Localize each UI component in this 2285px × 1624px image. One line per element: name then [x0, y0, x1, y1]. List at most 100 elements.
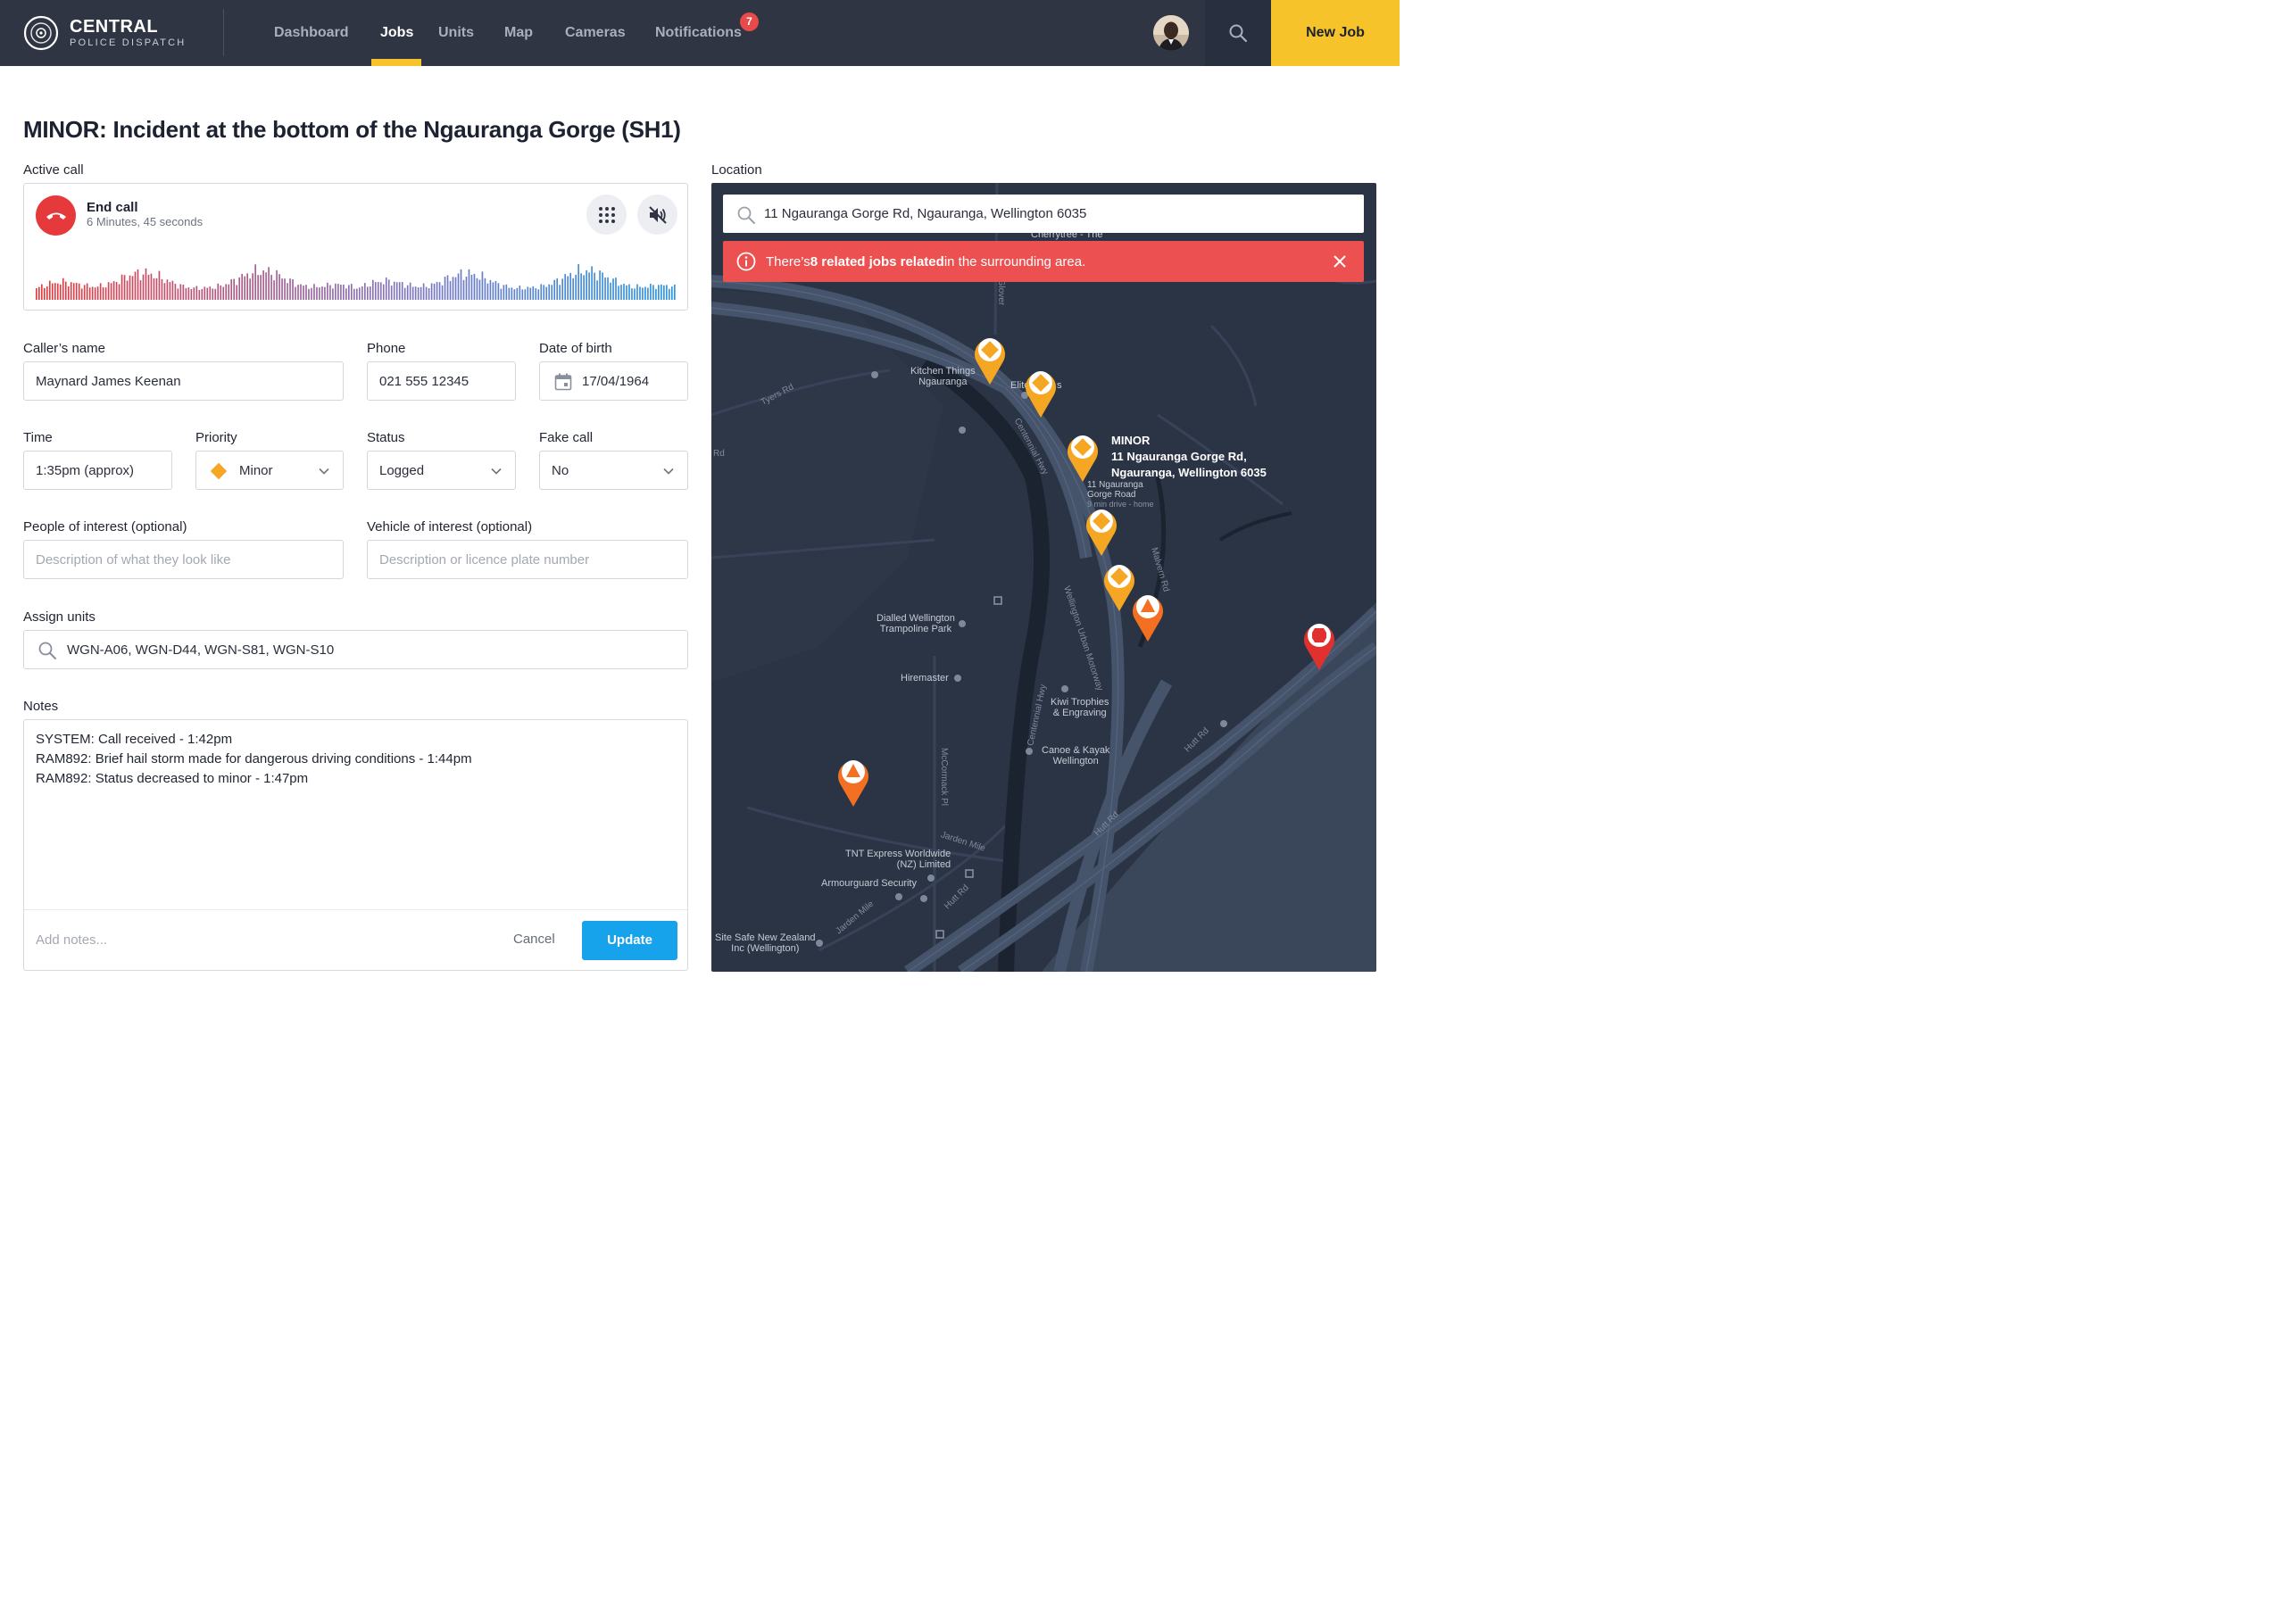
waveform-bar — [332, 288, 334, 300]
waveform-bar — [257, 275, 259, 300]
waveform-bar — [666, 285, 668, 300]
waveform-bar — [642, 287, 644, 300]
nav-divider — [223, 9, 224, 56]
waveform-bar — [411, 286, 414, 300]
waveform-bar — [153, 278, 155, 300]
nav-notifications[interactable]: Notifications — [655, 0, 742, 66]
waveform-bar — [36, 288, 37, 300]
status-label: Status — [367, 430, 405, 445]
mute-button[interactable] — [637, 195, 677, 235]
waveform-bar — [470, 274, 473, 300]
waveform-bar — [527, 286, 529, 300]
waveform-bar — [596, 280, 598, 300]
waveform-bar — [353, 288, 355, 300]
waveform-bar — [401, 282, 403, 300]
new-job-button[interactable]: New Job — [1271, 0, 1400, 66]
waveform-bar — [564, 274, 566, 300]
job-pin-medium[interactable] — [835, 755, 871, 808]
waveform-bar — [395, 282, 398, 300]
waveform-bar — [363, 283, 366, 300]
waveform-bar — [623, 284, 625, 300]
waveform-bar — [112, 281, 115, 300]
waveform-bar — [169, 282, 171, 300]
waveform-bar — [639, 286, 641, 300]
brand-name: CENTRAL — [70, 17, 159, 37]
waveform-bar — [171, 280, 174, 300]
waveform-bar — [313, 284, 315, 300]
location-search-input[interactable]: 11 Ngauranga Gorge Rd, Ngauranga, Wellin… — [723, 195, 1364, 233]
waveform-bar — [115, 282, 118, 300]
avatar[interactable] — [1153, 15, 1189, 51]
waveform-bar — [361, 286, 363, 300]
waveform-bar — [634, 288, 636, 300]
waveform-bar — [486, 283, 489, 300]
waveform-bar — [91, 286, 94, 300]
waveform-bar — [182, 285, 185, 300]
time-label: Time — [23, 430, 53, 445]
waveform-bar — [438, 282, 441, 300]
job-pin-minor[interactable] — [972, 333, 1008, 386]
job-pin-minor[interactable] — [1023, 366, 1059, 419]
update-button[interactable]: Update — [582, 921, 677, 960]
nav-map[interactable]: Map — [504, 0, 533, 66]
job-pin-medium[interactable] — [1130, 590, 1166, 643]
nav-cameras[interactable]: Cameras — [565, 0, 626, 66]
waveform-bar — [473, 273, 476, 300]
nav-jobs[interactable]: Jobs — [380, 0, 413, 66]
waveform-bar — [441, 285, 444, 300]
waveform-bar — [59, 284, 62, 300]
close-icon[interactable] — [1332, 253, 1348, 269]
waveform-bar — [500, 288, 503, 300]
time-field[interactable]: 1:35pm (approx) — [23, 451, 172, 490]
waveform-bar — [553, 279, 556, 300]
waveform-bar — [54, 283, 56, 300]
job-pin-minor[interactable] — [1084, 504, 1119, 558]
waveform-bar — [195, 286, 198, 300]
phone-field[interactable]: 021 555 12345 — [367, 361, 516, 401]
waveform-bar — [56, 283, 59, 300]
waveform-bar — [273, 280, 275, 300]
waveform-bar — [433, 283, 436, 300]
add-notes-input[interactable]: Add notes... — [36, 932, 107, 948]
waveform-bar — [583, 275, 585, 300]
waveform-bar — [316, 286, 318, 300]
dialpad-button[interactable] — [586, 195, 627, 235]
nav-units[interactable]: Units — [438, 0, 474, 66]
waveform-bar — [220, 285, 222, 300]
waveform-bar — [351, 284, 353, 300]
waveform-bar — [591, 266, 593, 300]
location-map[interactable]: Tyers Rd Centennial Hwy Wellington Urban… — [711, 183, 1376, 972]
waveform-bar — [610, 282, 611, 300]
waveform-bar — [281, 278, 283, 300]
waveform-bar — [204, 286, 206, 300]
people-of-interest-input[interactable]: Description of what they look like — [23, 540, 344, 579]
waveform-bar — [86, 283, 88, 300]
assign-units-field[interactable]: WGN-A06, WGN-D44, WGN-S81, WGN-S10 — [23, 630, 688, 669]
priority-value: Minor — [239, 462, 273, 478]
waveform-bar — [612, 278, 614, 300]
info-icon — [736, 252, 756, 271]
waveform-bar — [88, 287, 91, 300]
brand-logo[interactable]: CENTRAL POLICE DISPATCH — [23, 15, 186, 51]
road-label: McCormack Pl — [939, 747, 950, 807]
priority-minor-icon — [210, 462, 228, 480]
selected-job-pin[interactable] — [1065, 430, 1101, 484]
waveform-bar — [187, 287, 190, 300]
global-search-button[interactable] — [1205, 0, 1271, 66]
nav-dashboard[interactable]: Dashboard — [274, 0, 349, 66]
dob-field[interactable]: 17/04/1964 — [539, 361, 688, 401]
vehicle-of-interest-input[interactable]: Description or licence plate number — [367, 540, 688, 579]
waveform-bar — [48, 280, 51, 300]
callers-name-field[interactable]: Maynard James Keenan — [23, 361, 344, 401]
waveform-bar — [348, 285, 350, 300]
chevron-down-icon — [491, 468, 502, 475]
waveform-bar — [615, 278, 617, 300]
waveform-bar — [236, 285, 238, 300]
waveform-bar — [177, 288, 179, 300]
fake-call-select[interactable]: No — [539, 451, 688, 490]
status-select[interactable]: Logged — [367, 451, 516, 490]
job-pin-critical[interactable] — [1301, 618, 1337, 672]
end-call-button[interactable] — [36, 195, 76, 236]
cancel-button[interactable]: Cancel — [513, 932, 555, 947]
priority-select[interactable]: Minor — [195, 451, 344, 490]
